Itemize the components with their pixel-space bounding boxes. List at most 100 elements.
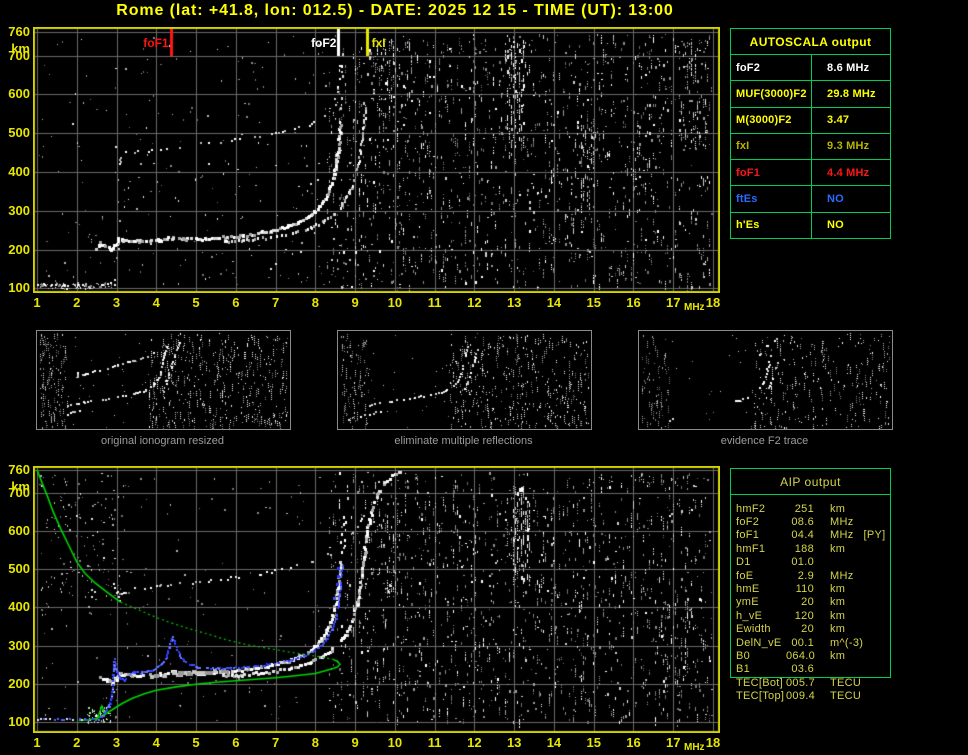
x-axis-tick-label: 5 bbox=[192, 295, 200, 310]
parameter-label: hmE bbox=[736, 583, 760, 596]
y-axis-tick-label: 760 bbox=[8, 461, 30, 477]
page-title: Rome (lat: +41.8, lon: 012.5) - DATE: 20… bbox=[116, 2, 674, 19]
parameter-unit: TECU bbox=[830, 690, 862, 703]
thumbnail-canvas bbox=[36, 330, 291, 430]
parameter-value: 110 bbox=[795, 583, 814, 596]
x-axis-tick-label: 13 bbox=[506, 735, 522, 750]
x-axis-tick-label: 4 bbox=[152, 735, 160, 750]
parameter-unit: km bbox=[830, 542, 846, 555]
parameter-value: 20 bbox=[801, 623, 814, 636]
parameter-label: Ewidth bbox=[736, 623, 771, 636]
top-ionogram-canvas bbox=[33, 27, 720, 293]
parameter-value: NO bbox=[827, 193, 844, 206]
parameter-value: 29.8 MHz bbox=[827, 87, 876, 100]
table-row: M(3000)F2 3.47 bbox=[731, 107, 890, 134]
parameter-value: 00.1 bbox=[791, 636, 814, 649]
parameter-unit: km bbox=[830, 609, 846, 622]
x-axis-tick-label: 14 bbox=[546, 735, 562, 750]
parameter-unit: km bbox=[830, 649, 846, 662]
y-axis-tick-label: 300 bbox=[8, 202, 30, 218]
y-axis-unit-label: km bbox=[11, 41, 30, 57]
thumbnail-caption: eliminate multiple reflections bbox=[394, 435, 533, 447]
y-axis-tick-label: 500 bbox=[8, 561, 30, 577]
autoscala-output-table: AUTOSCALA output foF2 8.6 MHz MUF(3000)F2 2… bbox=[730, 28, 891, 239]
x-axis-tick-label: 7 bbox=[271, 735, 280, 750]
x-axis-tick-label: 12 bbox=[467, 735, 482, 750]
thumbnail-caption: evidence F2 trace bbox=[720, 435, 809, 447]
y-axis-tick-label: 200 bbox=[8, 675, 30, 691]
parameter-label: foE bbox=[736, 569, 754, 582]
x-axis-tick-label: 12 bbox=[467, 295, 482, 310]
parameter-label: D1 bbox=[736, 556, 751, 569]
x-axis-tick-label: 4 bbox=[152, 295, 160, 310]
table-row: TEC[Bot] 005.7 TECU bbox=[736, 676, 966, 689]
y-axis-tick-label: 600 bbox=[8, 86, 30, 102]
x-axis-tick-label: 2 bbox=[73, 735, 81, 750]
parameter-value: 2.9 bbox=[797, 569, 814, 582]
table-row: foF2 08.6 MHz bbox=[736, 515, 966, 528]
parameter-note: [PY] bbox=[863, 529, 886, 542]
parameter-label: TEC[Top] bbox=[736, 690, 785, 703]
parameter-label: hmF1 bbox=[736, 542, 766, 555]
parameter-unit: km bbox=[830, 596, 846, 609]
thumbnail-caption: original ionogram resized bbox=[101, 435, 224, 447]
y-axis-tick-label: 100 bbox=[8, 714, 30, 729]
thumbnail-canvas bbox=[638, 330, 893, 430]
x-axis-tick-label: 9 bbox=[351, 295, 359, 310]
parameter-value: 064.0 bbox=[786, 649, 816, 662]
parameter-value: 08.6 bbox=[791, 516, 814, 529]
parameter-unit: km bbox=[830, 583, 846, 596]
x-axis-tick-label: 3 bbox=[112, 735, 121, 750]
parameter-value: 01.0 bbox=[791, 556, 814, 569]
parameter-value: 4.4 MHz bbox=[827, 166, 870, 179]
parameter-label: TEC[Bot] bbox=[736, 676, 784, 689]
x-axis-tick-label: 11 bbox=[427, 735, 442, 750]
x-axis-tick-label: 16 bbox=[626, 735, 641, 750]
y-axis-tick-label: 600 bbox=[8, 523, 30, 538]
y-axis-tick-label: 400 bbox=[8, 164, 30, 180]
parameter-value: 005.7 bbox=[786, 676, 816, 689]
table-row: DelN_vE 00.1 m^(-3) bbox=[736, 636, 966, 649]
y-axis-tick-label: 760 bbox=[8, 24, 30, 40]
parameter-value: 3.47 bbox=[827, 114, 850, 127]
y-axis-tick-label: 400 bbox=[8, 599, 30, 615]
x-axis-tick-label: 15 bbox=[586, 735, 601, 750]
x-axis-tick-label: 1 bbox=[33, 735, 41, 750]
parameter-unit: m^(-3) bbox=[830, 636, 864, 649]
parameter-unit: km bbox=[830, 623, 846, 636]
x-axis-tick-label: 8 bbox=[311, 295, 319, 310]
x-axis-tick-label: 10 bbox=[387, 735, 403, 750]
parameter-label: foF2 bbox=[736, 516, 760, 529]
autoscala-table-header: AUTOSCALA output bbox=[731, 29, 890, 55]
parameter-label: fxI bbox=[731, 133, 812, 160]
parameter-label: h_vE bbox=[736, 609, 763, 622]
y-axis-unit-label: km bbox=[11, 478, 30, 494]
table-row: h'Es NO bbox=[731, 212, 890, 238]
x-axis-tick-label: 9 bbox=[351, 735, 359, 750]
table-row: foE 2.9 MHz bbox=[736, 569, 966, 582]
parameter-value: 20 bbox=[801, 596, 814, 609]
x-axis-tick-label: 8 bbox=[311, 735, 319, 750]
table-row: foF2 8.6 MHz bbox=[731, 55, 890, 82]
table-row: TEC[Top] 009.4 TECU bbox=[736, 689, 966, 702]
marker-label-fxI: fxI bbox=[371, 36, 386, 50]
table-row: foF1 04.4 MHz [PY] bbox=[736, 529, 966, 542]
parameter-label: hmF2 bbox=[736, 502, 766, 515]
table-row: fxI 9.3 MHz bbox=[731, 133, 890, 161]
marker-label-foF1: foF1 bbox=[143, 36, 169, 50]
table-row: MUF(3000)F2 29.8 MHz bbox=[731, 81, 890, 108]
parameter-value: 188 bbox=[794, 542, 814, 555]
x-axis-tick-label: 14 bbox=[546, 295, 562, 310]
table-row: hmF1 188 km bbox=[736, 542, 966, 555]
parameter-label: DelN_vE bbox=[736, 636, 782, 649]
x-axis-unit-label: MHz bbox=[684, 742, 705, 753]
parameter-label: M(3000)F2 bbox=[731, 107, 812, 133]
parameter-value: 8.6 MHz bbox=[827, 61, 870, 74]
autoscala-window: Rome (lat: +41.8, lon: 012.5) - DATE: 20… bbox=[0, 0, 968, 755]
table-row: foF1 4.4 MHz bbox=[731, 160, 890, 187]
aip-rows: hmF2 251 km foF2 08.6 MHz foF1 04.4 MHz [PY] hmF1 1… bbox=[736, 502, 966, 703]
table-row: hmF2 251 km bbox=[736, 502, 966, 515]
parameter-unit: MHz bbox=[830, 529, 854, 542]
parameter-unit: MHz bbox=[830, 569, 854, 582]
parameter-label: foF1 bbox=[736, 529, 760, 542]
